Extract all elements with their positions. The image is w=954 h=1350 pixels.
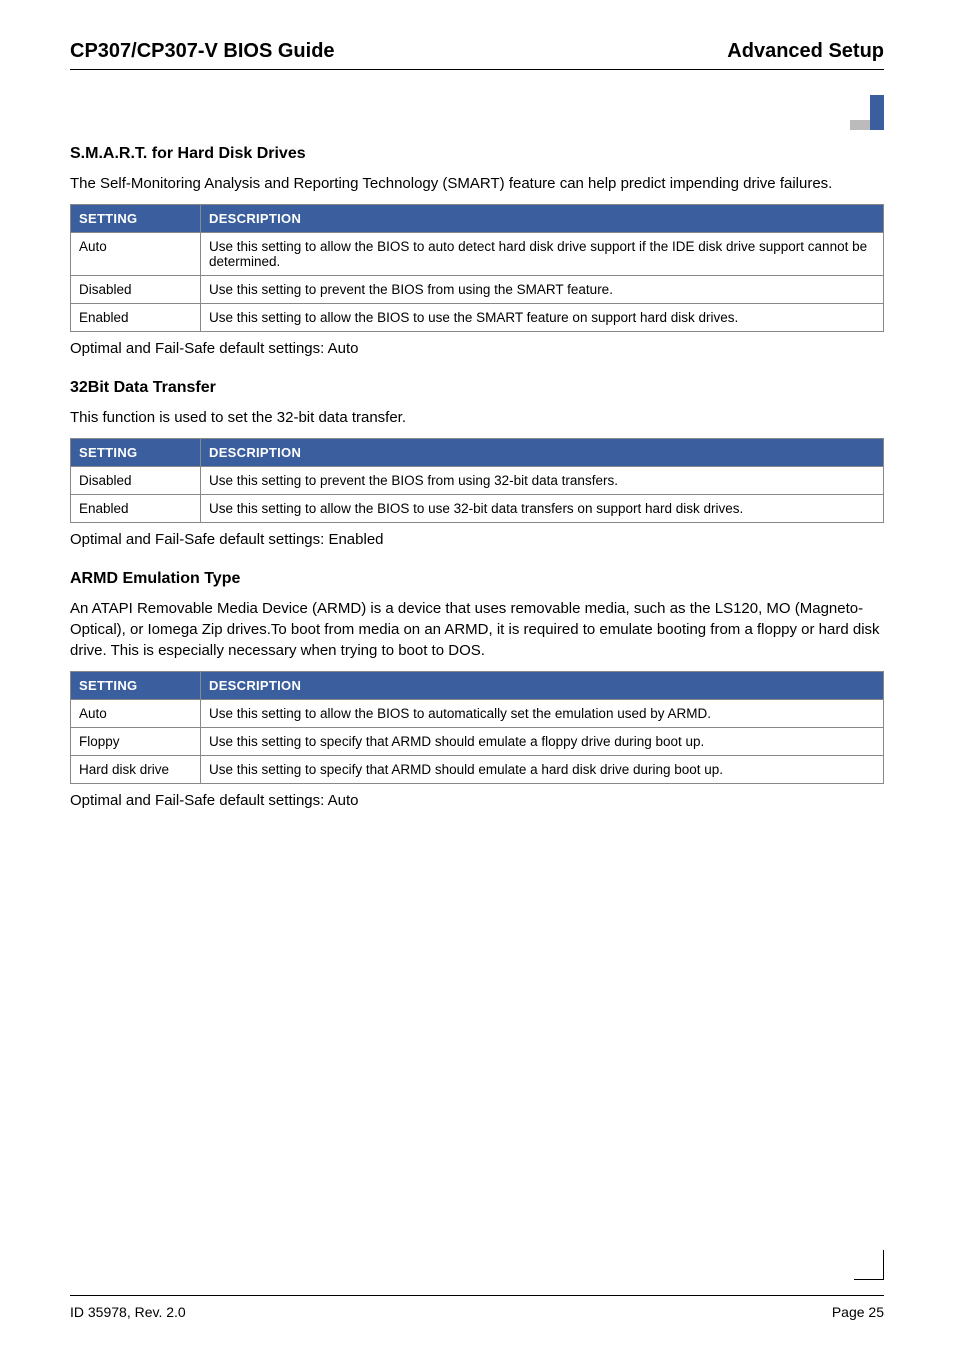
cell-setting: Floppy: [71, 728, 201, 756]
table-row: Hard disk drive Use this setting to spec…: [71, 756, 884, 784]
table-row: Enabled Use this setting to allow the BI…: [71, 495, 884, 523]
cell-description: Use this setting to specify that ARMD sh…: [201, 728, 884, 756]
table-row: Enabled Use this setting to allow the BI…: [71, 304, 884, 332]
corner-decoration-top: [844, 95, 884, 130]
corner-decoration-bottom: [854, 1250, 884, 1280]
table-header-description: DESCRIPTION: [201, 439, 884, 467]
table-header-description: DESCRIPTION: [201, 205, 884, 233]
page-footer: ID 35978, Rev. 2.0 Page 25: [70, 1295, 884, 1320]
section-title-smart: S.M.A.R.T. for Hard Disk Drives: [70, 145, 884, 163]
cell-setting: Disabled: [71, 276, 201, 304]
table-header-setting: SETTING: [71, 672, 201, 700]
table-row: Disabled Use this setting to prevent the…: [71, 276, 884, 304]
table-32bit: SETTING DESCRIPTION Disabled Use this se…: [70, 438, 884, 523]
table-header-setting: SETTING: [71, 205, 201, 233]
cell-description: Use this setting to prevent the BIOS fro…: [201, 276, 884, 304]
cell-setting: Enabled: [71, 304, 201, 332]
table-armd: SETTING DESCRIPTION Auto Use this settin…: [70, 671, 884, 784]
cell-setting: Auto: [71, 700, 201, 728]
table-header-description: DESCRIPTION: [201, 672, 884, 700]
section-footer-armd: Optimal and Fail-Safe default settings: …: [70, 792, 884, 809]
table-row: Auto Use this setting to allow the BIOS …: [71, 233, 884, 276]
cell-description: Use this setting to allow the BIOS to us…: [201, 495, 884, 523]
cell-description: Use this setting to allow the BIOS to au…: [201, 700, 884, 728]
header-title-right: Advanced Setup: [727, 40, 884, 63]
section-title-32bit: 32Bit Data Transfer: [70, 379, 884, 397]
section-intro-smart: The Self-Monitoring Analysis and Reporti…: [70, 173, 884, 194]
section-footer-smart: Optimal and Fail-Safe default settings: …: [70, 340, 884, 357]
footer-right: Page 25: [832, 1304, 884, 1320]
header-title-left: CP307/CP307-V BIOS Guide: [70, 40, 335, 63]
cell-description: Use this setting to allow the BIOS to us…: [201, 304, 884, 332]
cell-setting: Disabled: [71, 467, 201, 495]
table-row: Auto Use this setting to allow the BIOS …: [71, 700, 884, 728]
table-header-setting: SETTING: [71, 439, 201, 467]
cell-description: Use this setting to allow the BIOS to au…: [201, 233, 884, 276]
section-intro-armd: An ATAPI Removable Media Device (ARMD) i…: [70, 598, 884, 661]
page-header: CP307/CP307-V BIOS Guide Advanced Setup: [70, 40, 884, 70]
table-row: Floppy Use this setting to specify that …: [71, 728, 884, 756]
table-smart: SETTING DESCRIPTION Auto Use this settin…: [70, 204, 884, 332]
cell-setting: Hard disk drive: [71, 756, 201, 784]
main-content: S.M.A.R.T. for Hard Disk Drives The Self…: [70, 145, 884, 809]
section-footer-32bit: Optimal and Fail-Safe default settings: …: [70, 531, 884, 548]
cell-setting: Auto: [71, 233, 201, 276]
cell-description: Use this setting to specify that ARMD sh…: [201, 756, 884, 784]
table-row: Disabled Use this setting to prevent the…: [71, 467, 884, 495]
section-title-armd: ARMD Emulation Type: [70, 570, 884, 588]
footer-left: ID 35978, Rev. 2.0: [70, 1304, 186, 1320]
cell-setting: Enabled: [71, 495, 201, 523]
section-intro-32bit: This function is used to set the 32-bit …: [70, 407, 884, 428]
cell-description: Use this setting to prevent the BIOS fro…: [201, 467, 884, 495]
